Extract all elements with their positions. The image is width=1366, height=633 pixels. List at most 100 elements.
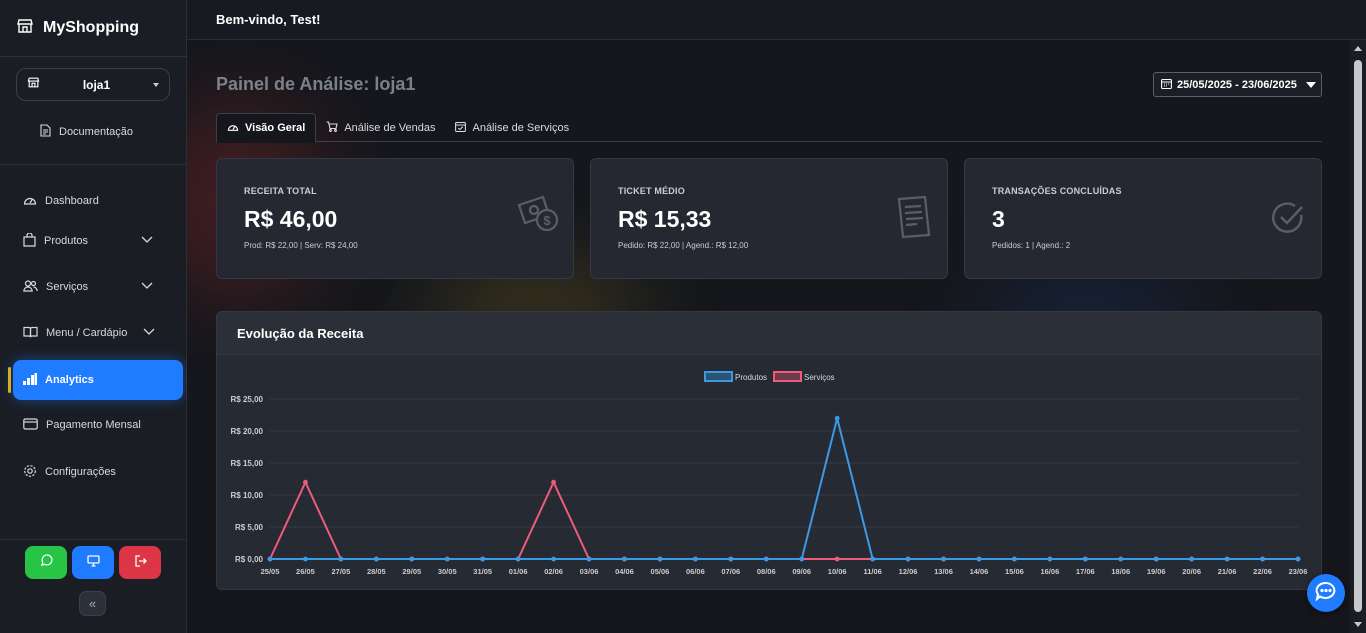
sidebar-item-produtos[interactable]: Produtos (13, 221, 183, 261)
date-range-picker[interactable]: 25/05/2025 - 23/06/2025 (1153, 72, 1322, 97)
data-point (728, 556, 734, 562)
sidebar-item-label: Pagamento Mensal (46, 419, 141, 431)
monitor-icon (86, 554, 100, 572)
whatsapp-icon (40, 553, 53, 572)
scrollbar[interactable] (1350, 40, 1366, 633)
sidebar-item-menu-cardapio[interactable]: Menu / Cardápio (13, 313, 183, 353)
sidebar-item-servicos[interactable]: Serviços (13, 267, 183, 307)
x-tick-label: 31/05 (473, 567, 492, 576)
revenue-chart-card: Evolução da Receita R$ 0,00 R$ 5,00 R$ 10,… (216, 311, 1322, 590)
card-label: TRANSAÇÕES CONCLUÍDAS (992, 186, 1122, 196)
tab-label: Visão Geral (245, 122, 306, 134)
brand[interactable]: MyShopping (0, 0, 186, 57)
chat-button[interactable] (1307, 574, 1345, 612)
tab-analise-vendas[interactable]: Análise de Vendas (316, 113, 445, 142)
monitor-button[interactable] (72, 546, 114, 579)
revenue-line-chart: R$ 0,00 R$ 5,00 R$ 10,00 R$ 15,00 R$ 20,00 R$… (231, 371, 1308, 576)
x-tick-label: 29/05 (402, 567, 421, 576)
card-label: TICKET MÉDIO (618, 186, 685, 196)
bar-chart-icon (23, 372, 37, 388)
chat-bubble-icon (1315, 581, 1337, 606)
scroll-thumb[interactable] (1354, 60, 1362, 612)
top-bar: Bem-vindo, Test! (187, 0, 1366, 40)
y-tick-label: R$ 20,00 (231, 427, 264, 436)
page-title: Painel de Análise: loja1 (216, 74, 416, 94)
data-point (657, 556, 663, 562)
x-tick-label: 15/06 (1005, 567, 1024, 576)
x-tick-label: 23/06 (1289, 567, 1308, 576)
y-tick-label: R$ 15,00 (231, 459, 264, 468)
logout-icon (134, 554, 147, 572)
documentation-label: Documentação (59, 126, 133, 138)
store-select-value: loja1 (82, 77, 111, 92)
x-tick-label: 06/06 (686, 567, 705, 576)
data-point (976, 556, 982, 562)
chevron-down-icon (143, 327, 155, 339)
series-line (269, 479, 1298, 560)
sidebar: MyShopping loja1 Documentação Dashboard … (0, 0, 187, 633)
x-tick-label: 03/06 (580, 567, 599, 576)
cart-icon (326, 120, 339, 135)
double-chevron-left-icon: « (88, 596, 97, 611)
sidebar-item-label: Dashboard (45, 195, 99, 207)
sidebar-item-analytics[interactable]: Analytics (13, 360, 183, 400)
x-tick-label: 01/06 (509, 567, 528, 576)
x-tick-label: 26/05 (296, 567, 315, 576)
gear-icon (23, 464, 37, 481)
data-point (1295, 556, 1301, 562)
card-receita-total: RECEITA TOTAL R$ 46,00 Prod: R$ 22,00 | … (216, 158, 574, 279)
x-tick-label: 04/06 (615, 567, 634, 576)
brand-name: MyShopping (43, 19, 139, 36)
sidebar-item-configuracoes[interactable]: Configurações (13, 452, 183, 492)
legend-swatch (773, 371, 802, 382)
active-indicator (8, 367, 11, 393)
data-point (834, 556, 840, 562)
data-point (834, 415, 840, 421)
x-tick-label: 21/06 (1218, 567, 1237, 576)
tab-visao-geral[interactable]: Visão Geral (216, 113, 317, 143)
x-tick-label: 28/05 (367, 567, 386, 576)
logout-button[interactable] (119, 546, 161, 579)
card-value: R$ 46,00 (244, 206, 338, 232)
documentation-link[interactable]: Documentação (40, 124, 133, 140)
data-point (409, 556, 415, 562)
money-icon: $ (517, 195, 561, 240)
gauge-icon (23, 194, 37, 209)
store-icon (16, 17, 34, 40)
caret-down-icon (1305, 81, 1316, 88)
whatsapp-button[interactable] (25, 546, 67, 579)
data-point (692, 556, 698, 562)
data-point (1082, 556, 1088, 562)
sidebar-divider (0, 539, 186, 540)
main-content: Painel de Análise: loja1 25/05/2025 - 23… (187, 40, 1350, 633)
legend-swatch (704, 371, 733, 382)
x-tick-label: 10/06 (828, 567, 847, 576)
series-line (270, 417, 1298, 560)
data-point (515, 556, 521, 562)
data-point (799, 556, 805, 562)
x-tick-label: 09/06 (792, 567, 811, 576)
x-tick-label: 18/06 (1111, 567, 1130, 576)
svg-text:$: $ (543, 213, 551, 228)
book-icon (23, 326, 38, 341)
collapse-sidebar-button[interactable]: « (79, 591, 106, 616)
sidebar-item-pagamento-mensal[interactable]: Pagamento Mensal (13, 405, 183, 445)
data-point (763, 556, 769, 562)
credit-card-icon (23, 417, 38, 433)
card-subtext: Pedidos: 1 | Agend.: 2 (992, 241, 1071, 250)
sidebar-item-dashboard[interactable]: Dashboard (13, 181, 183, 221)
gauge-icon (227, 122, 239, 135)
scroll-up-arrow-icon[interactable] (1354, 46, 1362, 51)
scroll-down-arrow-icon[interactable] (1354, 622, 1362, 627)
data-point (551, 556, 556, 562)
card-subtext: Prod: R$ 22,00 | Serv: R$ 24,00 (244, 241, 358, 250)
chevron-down-icon (141, 281, 153, 293)
card-value: 3 (992, 206, 1005, 232)
data-point (941, 556, 946, 562)
sidebar-item-label: Configurações (45, 466, 116, 478)
data-point (267, 556, 273, 562)
tab-analise-servicos[interactable]: Análise de Serviços (445, 113, 579, 142)
sidebar-item-label: Serviços (46, 281, 89, 293)
calendar-check-icon (455, 121, 467, 135)
store-select[interactable]: loja1 (16, 68, 170, 101)
